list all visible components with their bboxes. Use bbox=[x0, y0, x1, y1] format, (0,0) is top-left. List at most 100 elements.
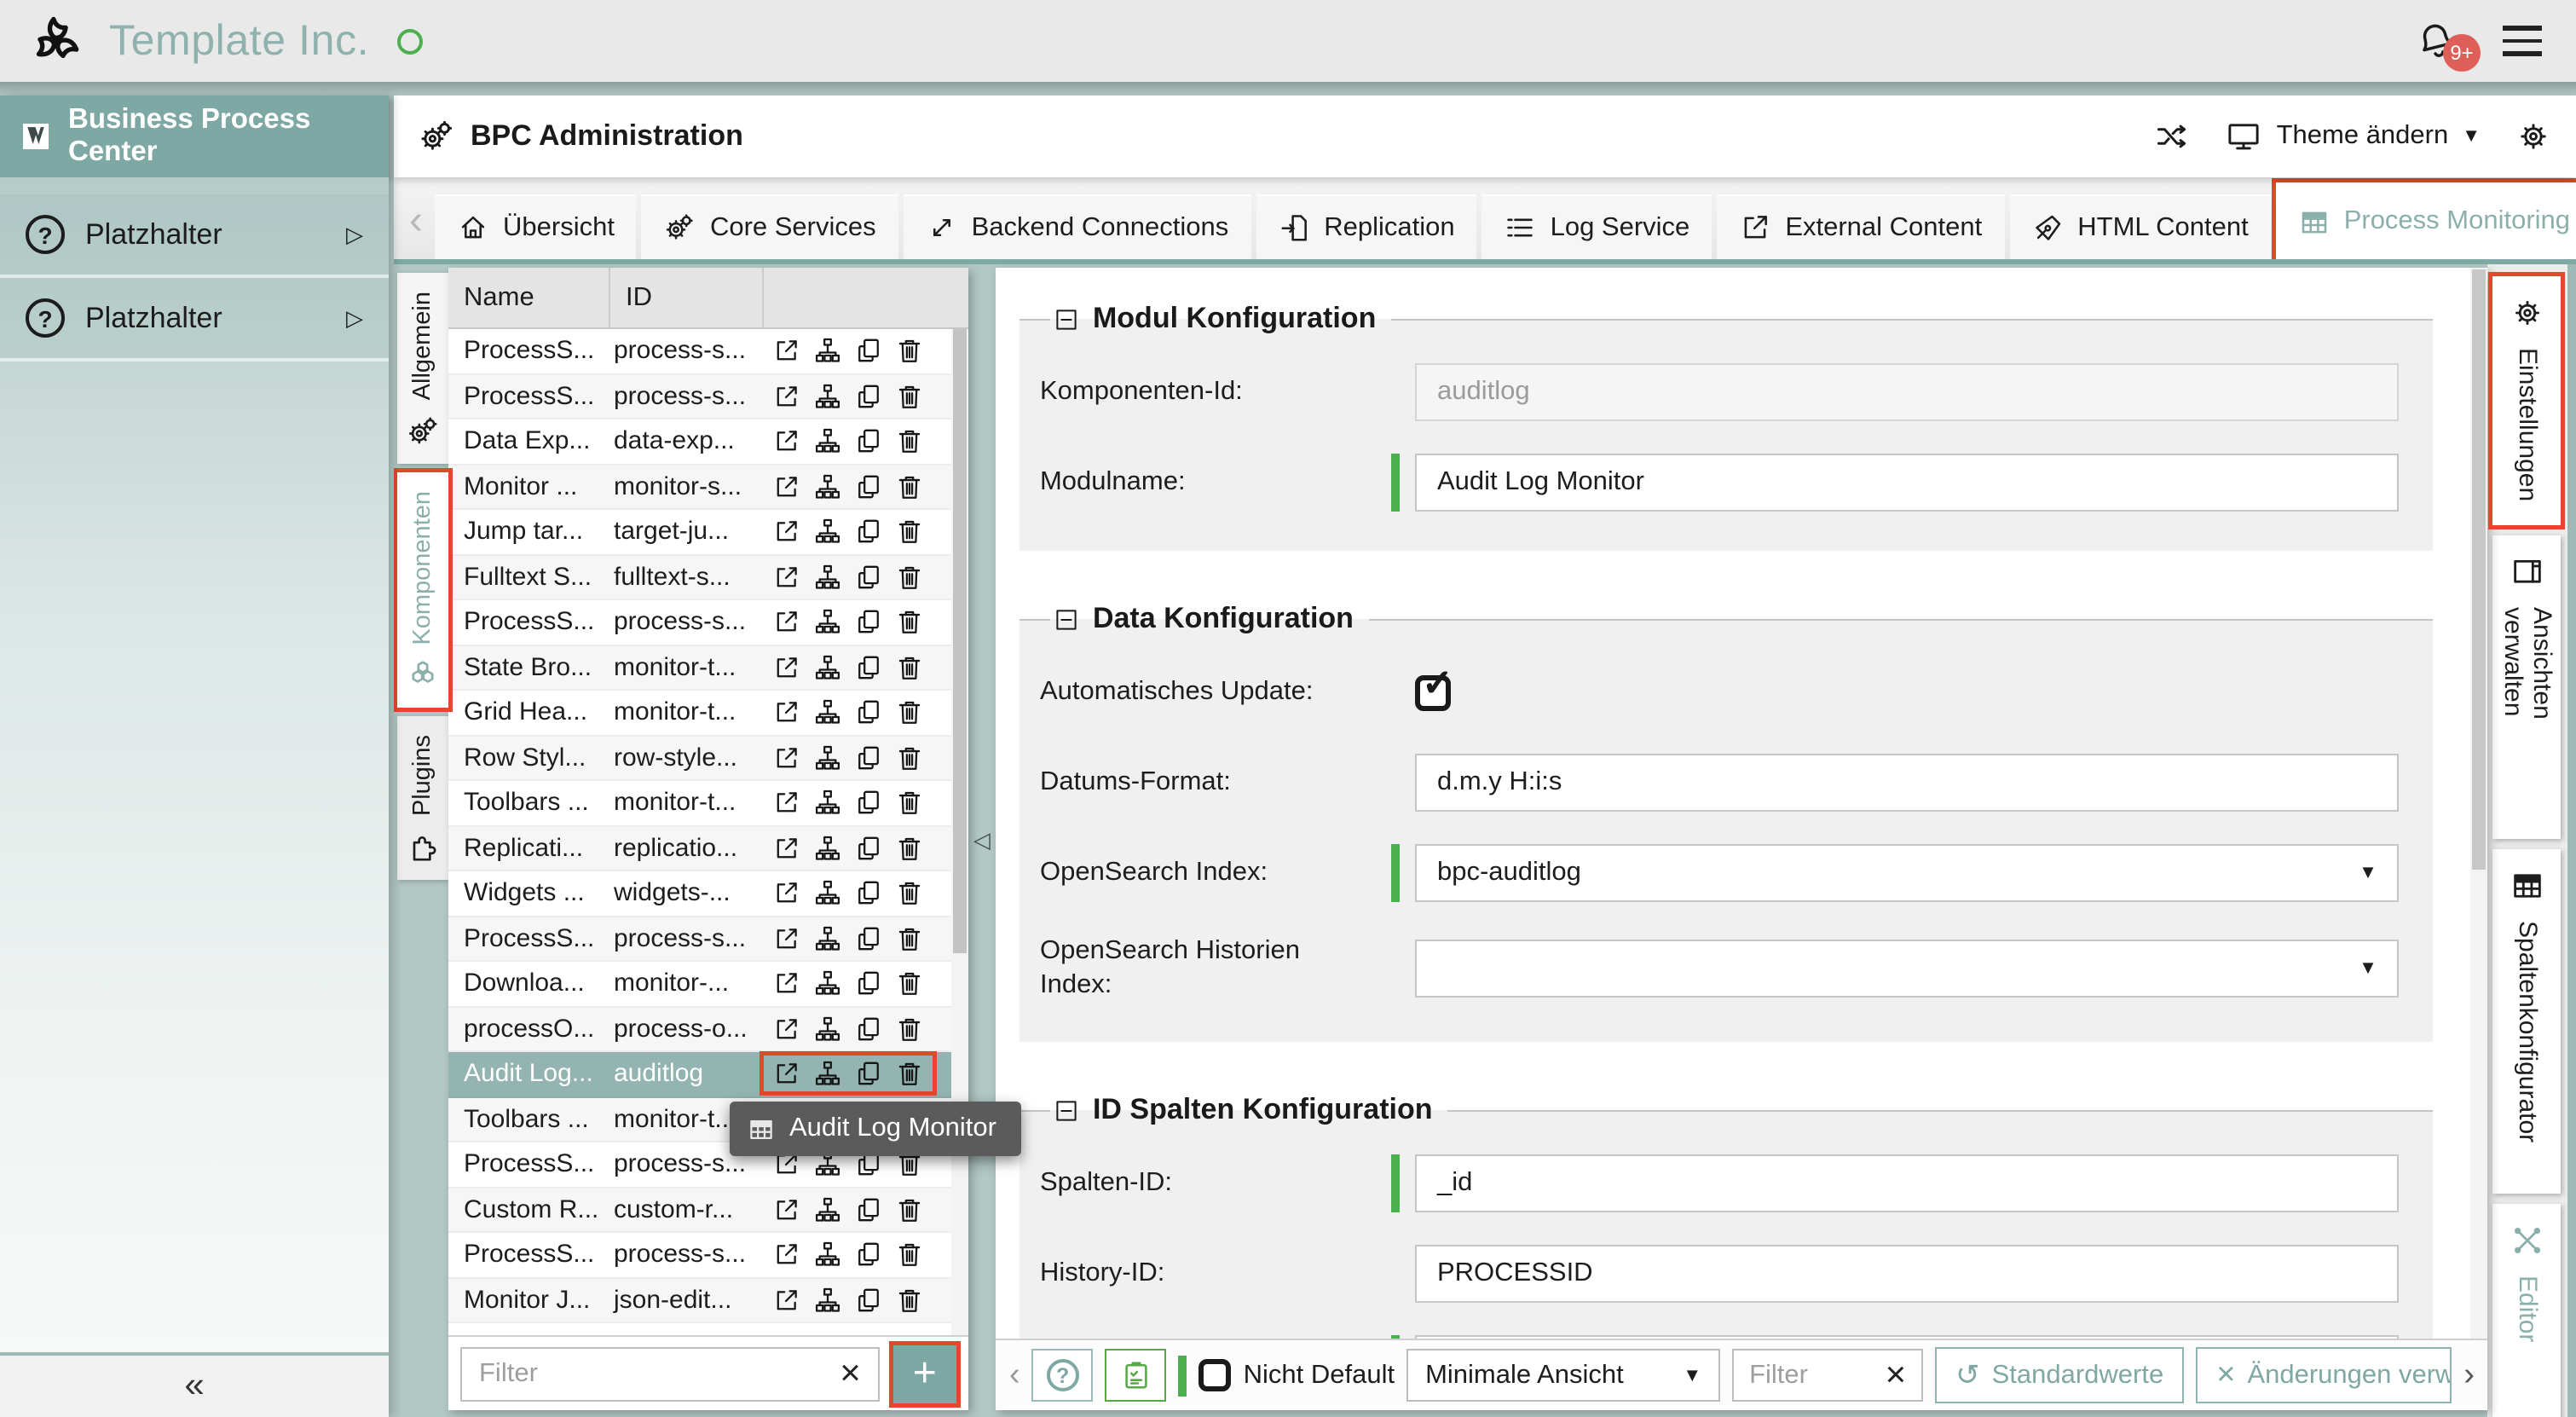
copy-icon[interactable] bbox=[854, 427, 883, 456]
table-row-process-s[interactable]: ProcessS...process-s... bbox=[448, 1233, 968, 1278]
side-tab-ansichten-verwalten[interactable]: Ansichten verwalten bbox=[2493, 535, 2562, 839]
copy-icon[interactable] bbox=[854, 1015, 883, 1044]
clear-filter-icon[interactable]: × bbox=[840, 1356, 861, 1391]
history-id-input[interactable]: PROCESSID bbox=[1415, 1246, 2400, 1304]
table-row-widgets[interactable]: Widgets ...widgets-... bbox=[448, 871, 968, 917]
open-icon[interactable] bbox=[772, 879, 801, 908]
table-row-process-s[interactable]: ProcessS...process-s... bbox=[448, 329, 968, 374]
spalten-id-input[interactable]: _id bbox=[1415, 1155, 2400, 1213]
copy-icon[interactable] bbox=[854, 879, 883, 908]
copy-icon[interactable] bbox=[854, 608, 883, 637]
open-icon[interactable] bbox=[772, 1286, 801, 1315]
tab-process-monitoring[interactable]: Process Monitoring bbox=[2276, 182, 2576, 259]
tab-uebersicht[interactable]: Übersicht bbox=[435, 194, 637, 259]
table-filter-input[interactable]: Filter × bbox=[460, 1346, 880, 1401]
side-tab-spaltenkonfigurator[interactable]: Spaltenkonfigurator bbox=[2493, 849, 2562, 1194]
hierarchy-icon[interactable] bbox=[813, 789, 842, 818]
delete-icon[interactable] bbox=[895, 337, 924, 366]
copy-icon[interactable] bbox=[854, 472, 883, 501]
hierarchy-icon[interactable] bbox=[813, 879, 842, 908]
delete-icon[interactable] bbox=[895, 743, 924, 772]
company-logo-icon[interactable] bbox=[27, 12, 85, 70]
tabs-scroll-left-icon[interactable]: ‹ bbox=[409, 198, 423, 246]
delete-icon[interactable] bbox=[895, 834, 924, 863]
open-icon[interactable] bbox=[772, 1241, 801, 1270]
delete-icon[interactable] bbox=[895, 1195, 924, 1224]
open-icon[interactable] bbox=[772, 563, 801, 592]
tab-external-content[interactable]: External Content bbox=[1717, 194, 2004, 259]
copy-icon[interactable] bbox=[854, 563, 883, 592]
hierarchy-icon[interactable] bbox=[813, 834, 842, 863]
delete-icon[interactable] bbox=[895, 518, 924, 547]
panel-splitter[interactable]: ◁ bbox=[968, 264, 996, 1417]
hierarchy-icon[interactable] bbox=[813, 382, 842, 411]
copy-icon[interactable] bbox=[854, 789, 883, 818]
collapse-section-icon[interactable] bbox=[1054, 1098, 1079, 1124]
delete-icon[interactable] bbox=[895, 653, 924, 682]
hierarchy-icon[interactable] bbox=[813, 969, 842, 998]
table-row-monitor[interactable]: Downloa...monitor-... bbox=[448, 962, 968, 1007]
copy-icon[interactable] bbox=[854, 1060, 883, 1089]
clear-filter-icon[interactable]: × bbox=[1886, 1357, 1907, 1393]
notifications-button[interactable]: 9+ bbox=[2414, 19, 2458, 63]
copy-icon[interactable] bbox=[854, 382, 883, 411]
table-row-row-style[interactable]: Row Styl...row-style... bbox=[448, 736, 968, 781]
form-scrollbar[interactable] bbox=[2471, 268, 2488, 1339]
expand-triangle-icon[interactable]: ▷ bbox=[346, 304, 363, 332]
copy-icon[interactable] bbox=[854, 834, 883, 863]
delete-icon[interactable] bbox=[895, 969, 924, 998]
sidebar-collapse-button[interactable]: « bbox=[0, 1352, 389, 1417]
hierarchy-icon[interactable] bbox=[813, 472, 842, 501]
table-row-monitor-t[interactable]: State Bro...monitor-t... bbox=[448, 645, 968, 691]
delete-icon[interactable] bbox=[895, 1060, 924, 1089]
view-select[interactable]: Minimale Ansicht ▼ bbox=[1406, 1349, 1720, 1402]
hierarchy-icon[interactable] bbox=[813, 1241, 842, 1270]
table-row-process-o[interactable]: processO...process-o... bbox=[448, 1007, 968, 1052]
copy-icon[interactable] bbox=[854, 337, 883, 366]
open-icon[interactable] bbox=[772, 1195, 801, 1224]
copy-icon[interactable] bbox=[854, 653, 883, 682]
side-tab-editor[interactable]: Editor bbox=[2493, 1204, 2562, 1417]
open-icon[interactable] bbox=[772, 337, 801, 366]
table-row-fulltext-s[interactable]: Fulltext S...fulltext-s... bbox=[448, 555, 968, 600]
theme-switcher[interactable]: Theme ändern ▼ bbox=[2226, 118, 2481, 155]
delete-icon[interactable] bbox=[895, 1286, 924, 1315]
open-icon[interactable] bbox=[772, 789, 801, 818]
hierarchy-icon[interactable] bbox=[813, 1060, 842, 1089]
open-icon[interactable] bbox=[772, 1015, 801, 1044]
hierarchy-icon[interactable] bbox=[813, 1015, 842, 1044]
hierarchy-icon[interactable] bbox=[813, 653, 842, 682]
delete-icon[interactable] bbox=[895, 472, 924, 501]
toolbar-scroll-left-icon[interactable]: ‹ bbox=[1009, 1356, 1020, 1394]
copy-icon[interactable] bbox=[854, 924, 883, 953]
komponenten-id-input[interactable]: auditlog bbox=[1415, 363, 2400, 421]
table-row-custom-r[interactable]: Custom R...custom-r... bbox=[448, 1188, 968, 1233]
automatisches-update-checkbox[interactable] bbox=[1415, 674, 1451, 710]
delete-icon[interactable] bbox=[895, 382, 924, 411]
hierarchy-icon[interactable] bbox=[813, 427, 842, 456]
protocol-button[interactable] bbox=[1106, 1349, 1167, 1402]
category-tab-allgemein[interactable]: Allgemein bbox=[397, 273, 448, 463]
tab-log-service[interactable]: Log Service bbox=[1482, 194, 1713, 259]
table-row-monitor-t[interactable]: Grid Hea...monitor-t... bbox=[448, 691, 968, 736]
form-filter-input[interactable]: Filter × bbox=[1732, 1349, 1923, 1402]
hierarchy-icon[interactable] bbox=[813, 743, 842, 772]
open-icon[interactable] bbox=[772, 969, 801, 998]
hierarchy-icon[interactable] bbox=[813, 698, 842, 727]
column-header-id[interactable]: ID bbox=[610, 268, 764, 327]
settings-gear-icon[interactable] bbox=[2515, 118, 2552, 155]
toolbar-scroll-right-icon[interactable]: › bbox=[2463, 1356, 2475, 1394]
table-row-auditlog[interactable]: Audit Log...auditlog bbox=[448, 1052, 968, 1097]
table-row-monitor-s[interactable]: Monitor ...monitor-s... bbox=[448, 465, 968, 510]
open-icon[interactable] bbox=[772, 382, 801, 411]
table-scrollbar[interactable] bbox=[951, 329, 968, 1335]
copy-icon[interactable] bbox=[854, 1241, 883, 1270]
open-icon[interactable] bbox=[772, 427, 801, 456]
hierarchy-icon[interactable] bbox=[813, 518, 842, 547]
open-icon[interactable] bbox=[772, 924, 801, 953]
hierarchy-icon[interactable] bbox=[813, 1286, 842, 1315]
delete-icon[interactable] bbox=[895, 1241, 924, 1270]
table-row-process-s[interactable]: ProcessS...process-s... bbox=[448, 600, 968, 645]
copy-icon[interactable] bbox=[854, 969, 883, 998]
open-icon[interactable] bbox=[772, 743, 801, 772]
